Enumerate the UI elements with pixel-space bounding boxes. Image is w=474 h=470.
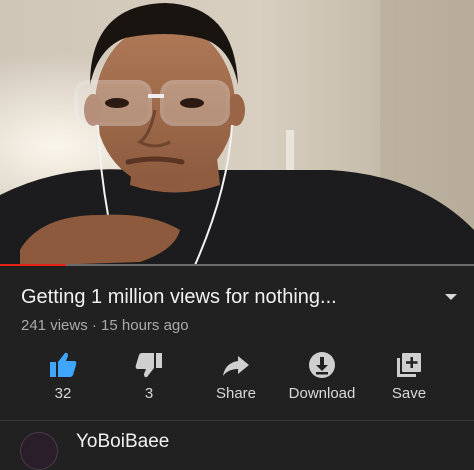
thumbs-up-icon xyxy=(50,352,77,377)
share-label: Share xyxy=(215,385,257,402)
video-meta: 241 views · 15 hours ago xyxy=(21,317,189,335)
upload-age: 15 hours ago xyxy=(101,317,189,334)
like-count: 32 xyxy=(54,385,72,402)
dislike-button[interactable]: 3 xyxy=(103,346,195,410)
playlist-add-icon xyxy=(397,353,421,377)
download-label: Download xyxy=(288,385,356,402)
download-icon xyxy=(309,352,335,378)
video-progress-bar[interactable] xyxy=(0,264,474,266)
meta-separator: · xyxy=(91,317,97,334)
action-bar: 32 3 Share Download Save xyxy=(0,346,474,410)
video-progress-played xyxy=(0,264,67,266)
save-label: Save xyxy=(391,385,427,402)
channel-name[interactable]: YoBoiBaee xyxy=(76,431,169,453)
expand-description-button[interactable] xyxy=(440,288,462,306)
save-button[interactable]: Save xyxy=(363,346,455,410)
video-title: Getting 1 million views for nothing... xyxy=(21,286,337,308)
video-frame xyxy=(0,0,474,266)
like-button[interactable]: 32 xyxy=(17,346,109,410)
channel-avatar[interactable] xyxy=(20,432,58,470)
thumbs-down-icon xyxy=(135,353,162,378)
view-count: 241 views xyxy=(21,317,88,334)
section-divider xyxy=(0,420,474,421)
dislike-count: 3 xyxy=(144,385,154,402)
share-button[interactable]: Share xyxy=(190,346,282,410)
download-button[interactable]: Download xyxy=(276,346,368,410)
chevron-down-icon xyxy=(445,294,457,300)
video-player[interactable] xyxy=(0,0,474,266)
share-icon xyxy=(223,356,249,376)
